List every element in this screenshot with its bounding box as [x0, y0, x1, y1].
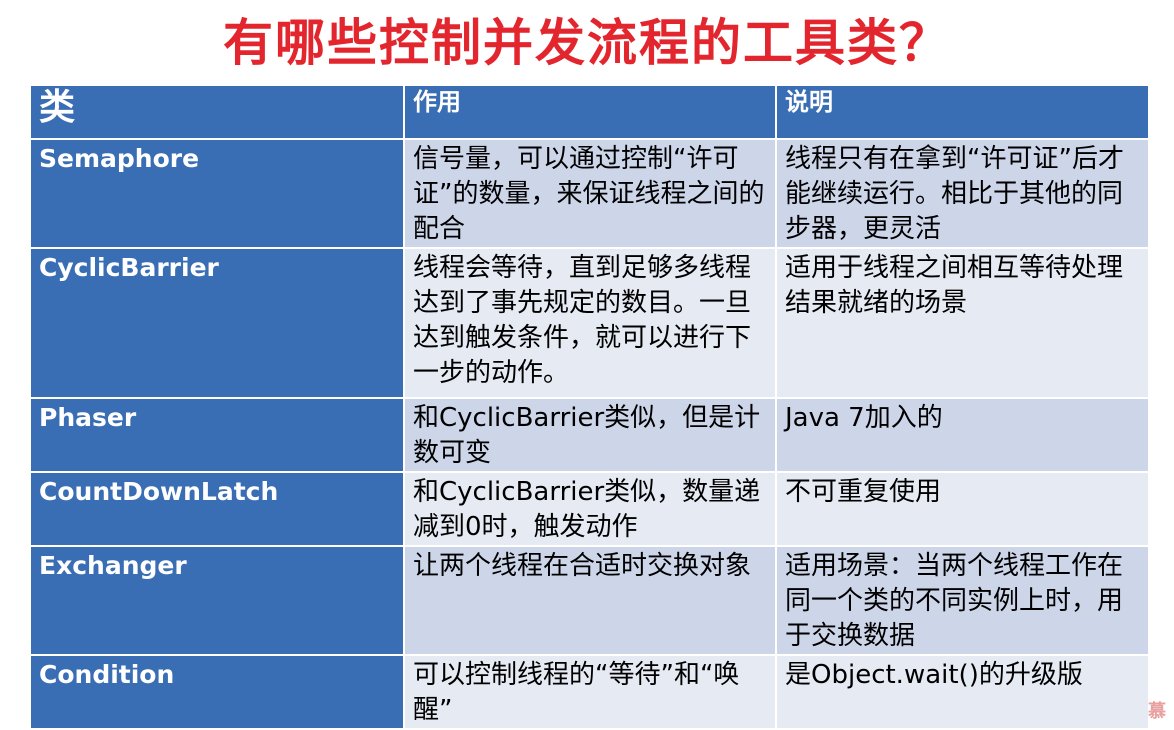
- row-note: 线程只有在拿到“许可证”后才能继续运行。相比于其他的同步器，更灵活: [775, 138, 1150, 249]
- row-purpose: 和CyclicBarrier类似，数量递减到0时，触发动作: [403, 471, 777, 547]
- row-note: 是Object.wait()的升级版: [775, 654, 1150, 730]
- row-class-name: CountDownLatch: [29, 471, 405, 547]
- table-row: Semaphore 信号量，可以通过控制“许可证”的数量，来保证线程之间的配合 …: [29, 138, 1150, 249]
- table-header-row: 类 作用 说明: [29, 84, 1150, 140]
- table-row: Condition 可以控制线程的“等待”和“唤醒” 是Object.wait(…: [29, 654, 1150, 730]
- table-row: CyclicBarrier 线程会等待，直到足够多线程达到了事先规定的数目。一旦…: [29, 247, 1150, 399]
- row-class-name: Condition: [29, 654, 405, 730]
- row-class-name: CyclicBarrier: [29, 247, 405, 399]
- flame-logo-icon: 慕: [1148, 697, 1166, 723]
- row-purpose: 让两个线程在合适时交换对象: [403, 545, 777, 656]
- table-row: CountDownLatch 和CyclicBarrier类似，数量递减到0时，…: [29, 471, 1150, 547]
- page-title: 有哪些控制并发流程的工具类？: [223, 14, 951, 72]
- header-class: 类: [29, 84, 405, 140]
- watermark-text: 慕: [1148, 701, 1166, 722]
- row-note: 不可重复使用: [775, 471, 1150, 547]
- row-purpose: 线程会等待，直到足够多线程达到了事先规定的数目。一旦达到触发条件，就可以进行下一…: [403, 247, 777, 399]
- table-row: Phaser 和CyclicBarrier类似，但是计数可变 Java 7加入的: [29, 397, 1150, 473]
- row-class-name: Exchanger: [29, 545, 405, 656]
- row-note: 适用场景：当两个线程工作在同一个类的不同实例上时，用于交换数据: [775, 545, 1150, 656]
- row-class-name: Phaser: [29, 397, 405, 473]
- row-note: Java 7加入的: [775, 397, 1150, 473]
- tools-table: 类 作用 说明 Semaphore 信号量，可以通过控制“许可证”的数量，来保证…: [29, 84, 1150, 730]
- row-note: 适用于线程之间相互等待处理结果就绪的场景: [775, 247, 1150, 399]
- row-class-name: Semaphore: [29, 138, 405, 249]
- row-purpose: 信号量，可以通过控制“许可证”的数量，来保证线程之间的配合: [403, 138, 777, 249]
- table-row: Exchanger 让两个线程在合适时交换对象 适用场景：当两个线程工作在同一个…: [29, 545, 1150, 656]
- row-purpose: 和CyclicBarrier类似，但是计数可变: [403, 397, 777, 473]
- row-purpose: 可以控制线程的“等待”和“唤醒”: [403, 654, 777, 730]
- header-purpose: 作用: [403, 84, 777, 140]
- header-note: 说明: [775, 84, 1150, 140]
